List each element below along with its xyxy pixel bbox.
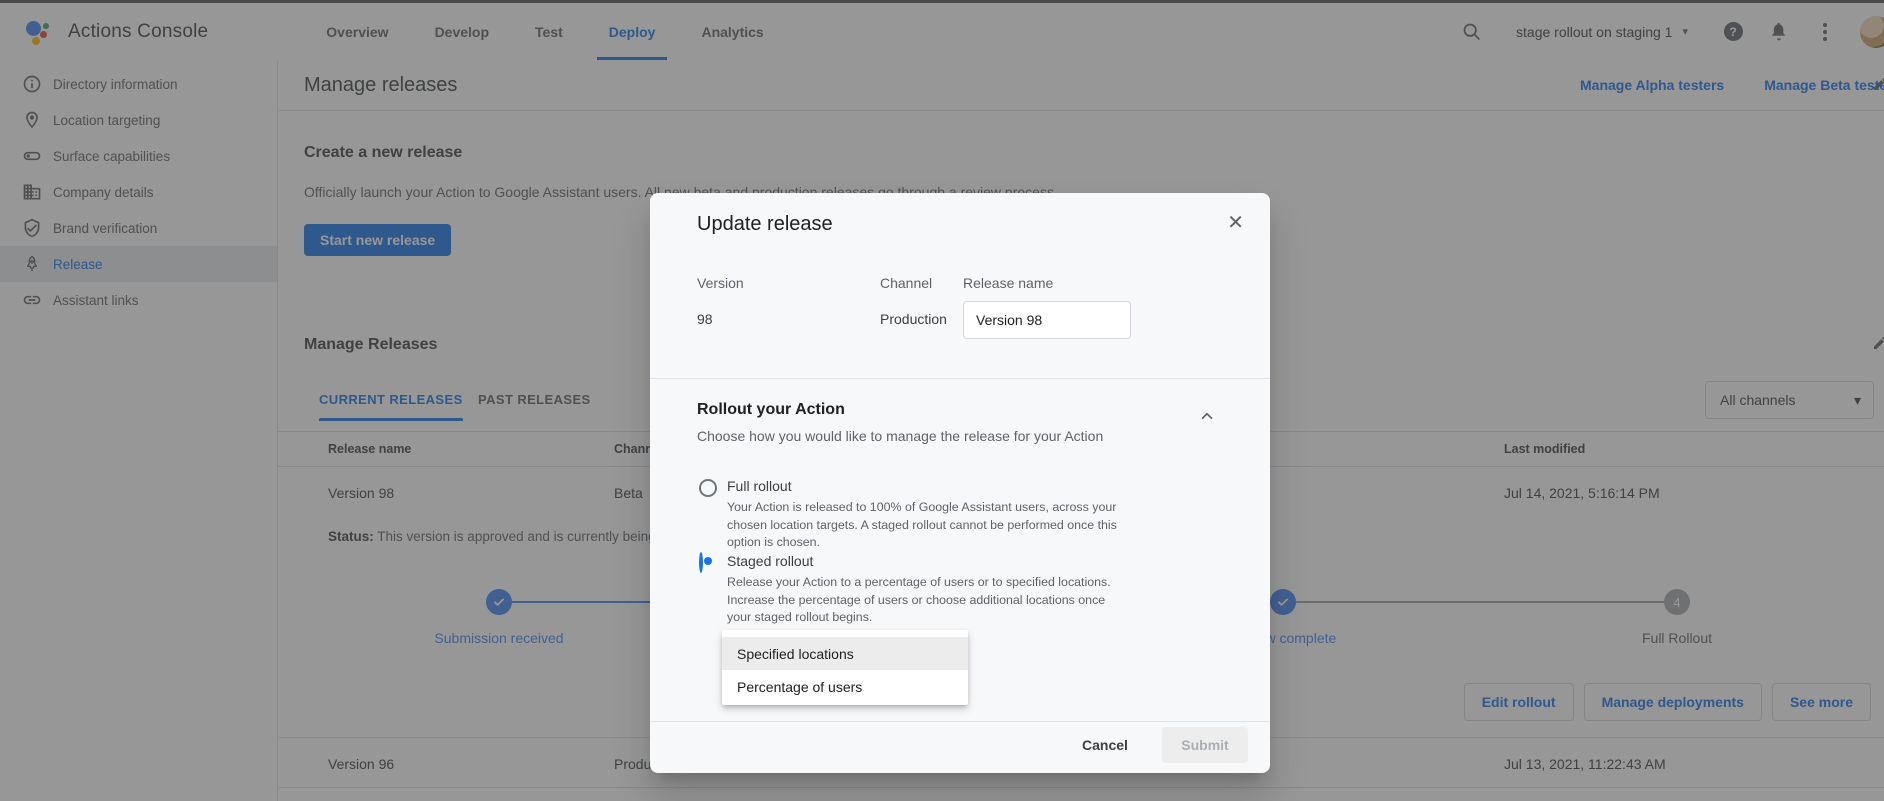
full-rollout-radio[interactable] — [699, 479, 717, 497]
close-icon[interactable]: ✕ — [1227, 213, 1244, 233]
menu-item-specified-locations[interactable]: Specified locations — [722, 637, 968, 670]
staged-rollout-radio[interactable] — [699, 552, 703, 573]
divider — [650, 721, 1270, 722]
version-value: 98 — [697, 311, 713, 327]
submit-button-disabled[interactable]: Submit — [1162, 727, 1248, 763]
release-name-input[interactable] — [963, 301, 1131, 339]
divider — [650, 378, 1270, 379]
staged-rollout-type-menu: Specified locations Percentage of users — [722, 630, 968, 705]
staged-rollout-description: Release your Action to a percentage of u… — [727, 574, 1129, 627]
full-rollout-description: Your Action is released to 100% of Googl… — [727, 499, 1129, 552]
menu-item-percentage-of-users[interactable]: Percentage of users — [722, 670, 968, 703]
release-name-label: Release name — [963, 275, 1053, 291]
actions-console-page: Actions Console Overview Develop Test De… — [0, 0, 1884, 801]
chevron-up-icon[interactable] — [1198, 407, 1216, 425]
channel-value: Production — [880, 311, 947, 327]
full-rollout-label[interactable]: Full rollout — [727, 478, 792, 494]
dialog-title: Update release — [697, 213, 833, 236]
version-label: Version — [697, 275, 744, 291]
rollout-section-heading: Rollout your Action — [697, 401, 845, 419]
channel-label: Channel — [880, 275, 932, 291]
staged-rollout-label[interactable]: Staged rollout — [727, 553, 813, 569]
cancel-button[interactable]: Cancel — [1068, 727, 1142, 763]
rollout-section-subheading: Choose how you would like to manage the … — [697, 428, 1103, 444]
